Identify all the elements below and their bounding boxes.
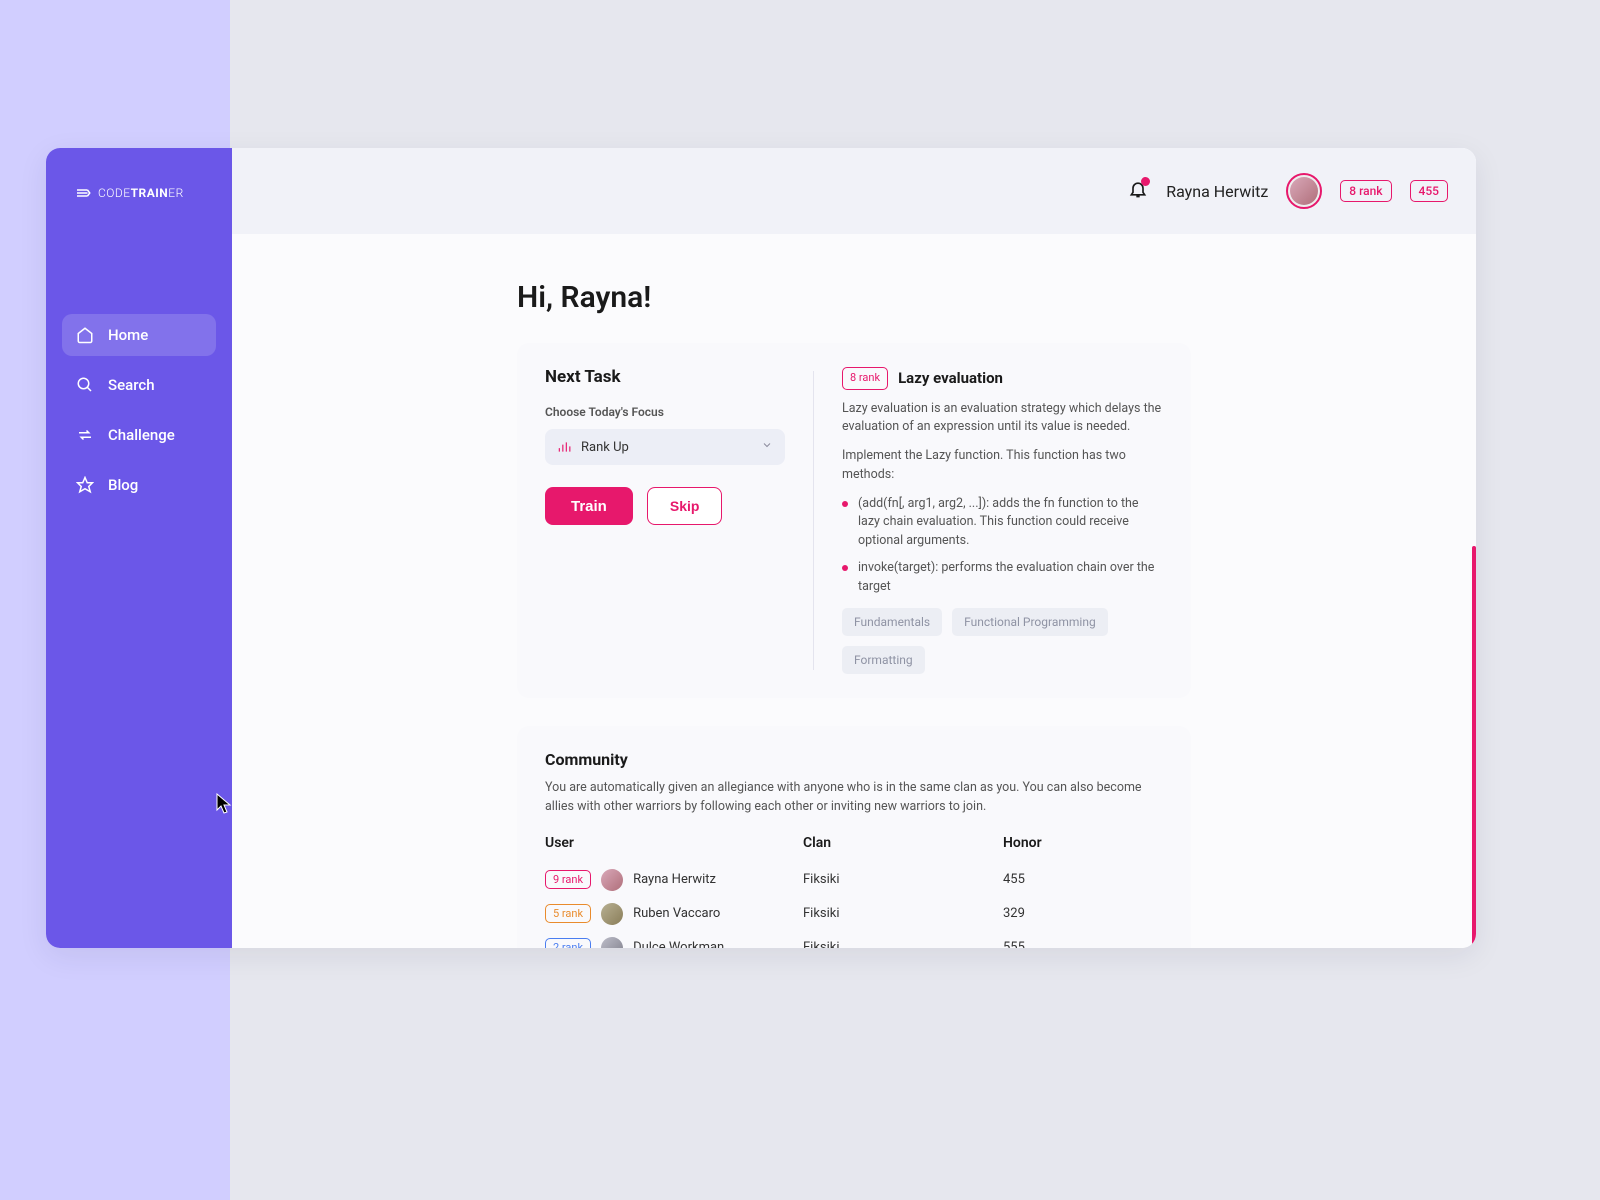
user-name: Rayna Herwitz	[1166, 182, 1268, 201]
logo: CODETRAINER	[46, 184, 232, 202]
nav-blog-label: Blog	[108, 476, 138, 494]
table-row: 5 rank Ruben Vaccaro Fiksiki 329	[545, 897, 1163, 931]
task-name: Lazy evaluation	[898, 367, 1003, 390]
table-row: 9 rank Rayna Herwitz Fiksiki 455	[545, 863, 1163, 897]
nav-search-label: Search	[108, 376, 155, 394]
table-row: 2 rank Dulce Workman Fiksiki 555	[545, 931, 1163, 948]
next-task-card: Next Task Choose Today's Focus Rank Up T…	[517, 343, 1191, 698]
content: Hi, Rayna! Next Task Choose Today's Focu…	[232, 234, 1476, 948]
col-honor: Honor	[1003, 835, 1163, 851]
nav-search[interactable]: Search	[62, 364, 216, 406]
challenge-icon	[76, 426, 94, 444]
star-icon	[76, 476, 94, 494]
nav-home-label: Home	[108, 326, 148, 344]
row-name: Ruben Vaccaro	[633, 906, 720, 921]
avatar[interactable]	[1286, 173, 1322, 209]
avatar	[601, 903, 623, 925]
row-name: Dulce Workman	[633, 940, 724, 948]
notifications-button[interactable]	[1128, 179, 1148, 203]
main: Rayna Herwitz 8 rank 455 Hi, Rayna! Next…	[232, 148, 1476, 948]
home-icon	[76, 326, 94, 344]
row-clan: Fiksiki	[803, 906, 1003, 921]
avatar	[601, 937, 623, 948]
chevron-down-icon	[761, 439, 773, 455]
focus-value: Rank Up	[581, 440, 629, 455]
row-honor: 555	[1003, 940, 1163, 948]
avatar	[601, 869, 623, 891]
row-honor: 455	[1003, 872, 1163, 887]
nav-challenge[interactable]: Challenge	[62, 414, 216, 456]
points-badge: 455	[1410, 180, 1448, 202]
col-clan: Clan	[803, 835, 1003, 851]
row-rank: 5 rank	[545, 904, 591, 923]
nav: Home Search Challenge Blog	[46, 314, 232, 506]
topbar: Rayna Herwitz 8 rank 455	[232, 148, 1476, 234]
focus-select[interactable]: Rank Up	[545, 429, 785, 465]
task-desc-2: Implement the Lazy function. This functi…	[842, 447, 1163, 485]
divider	[813, 371, 814, 670]
greeting: Hi, Rayna!	[517, 280, 1191, 315]
col-user: User	[545, 835, 803, 851]
tag[interactable]: Fundamentals	[842, 608, 942, 636]
nav-challenge-label: Challenge	[108, 426, 175, 444]
row-honor: 329	[1003, 906, 1163, 921]
sidebar: CODETRAINER Home Search Challenge Blog	[46, 148, 232, 948]
row-rank: 9 rank	[545, 870, 591, 889]
tag[interactable]: Functional Programming	[952, 608, 1108, 636]
task-rank-badge: 8 rank	[842, 367, 888, 390]
page-scrollbar[interactable]	[1472, 546, 1476, 948]
row-name: Rayna Herwitz	[633, 872, 716, 887]
nav-blog[interactable]: Blog	[62, 464, 216, 506]
nav-home[interactable]: Home	[62, 314, 216, 356]
signal-icon	[557, 440, 571, 454]
rank-badge: 8 rank	[1340, 180, 1391, 202]
focus-label: Choose Today's Focus	[545, 405, 785, 419]
community-title: Community	[545, 750, 1163, 769]
task-desc-1: Lazy evaluation is an evaluation strateg…	[842, 400, 1163, 438]
skip-button[interactable]: Skip	[647, 487, 723, 525]
notification-dot	[1141, 177, 1150, 186]
row-clan: Fiksiki	[803, 872, 1003, 887]
row-rank: 2 rank	[545, 938, 591, 948]
next-task-title: Next Task	[545, 367, 785, 387]
search-icon	[76, 376, 94, 394]
community-card: Community You are automatically given an…	[517, 726, 1191, 948]
train-button[interactable]: Train	[545, 487, 633, 525]
row-clan: Fiksiki	[803, 940, 1003, 948]
community-desc: You are automatically given an allegianc…	[545, 779, 1163, 817]
task-bullet: (add(fn[, arg1, arg2, ...]): adds the fn…	[842, 495, 1163, 551]
app-window: CODETRAINER Home Search Challenge Blog	[46, 148, 1476, 948]
logo-icon	[74, 184, 92, 202]
tag[interactable]: Formatting	[842, 646, 925, 674]
task-bullet: invoke(target): performs the evaluation …	[842, 559, 1163, 597]
